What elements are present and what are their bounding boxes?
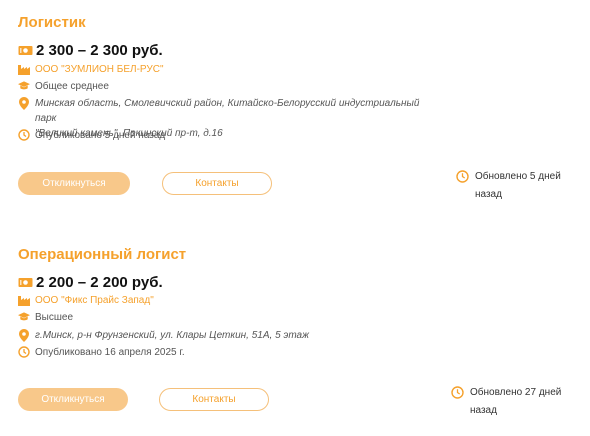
education-level: Общее среднее bbox=[35, 81, 109, 92]
education-icon bbox=[18, 80, 30, 92]
address-row: г.Минск, р-н Фрунзенский, ул. Клары Цетк… bbox=[18, 328, 435, 343]
updated-info: Обновлено 5 дней назад bbox=[456, 168, 570, 204]
company-name[interactable]: ООО "ЗУМЛИОН БЕЛ-РУС" bbox=[35, 62, 164, 77]
address: г.Минск, р-н Фрунзенский, ул. Клары Цетк… bbox=[35, 328, 435, 343]
location-icon bbox=[18, 96, 30, 110]
updated-text: Обновлено 5 дней назад bbox=[475, 171, 561, 200]
money-icon bbox=[18, 45, 33, 56]
address-line-1: г.Минск, р-н Фрунзенский, ул. Клары Цетк… bbox=[35, 330, 309, 341]
salary-row: 2 300 – 2 300 руб. bbox=[18, 42, 163, 59]
updated-info: Обновлено 27 дней назад bbox=[451, 384, 565, 420]
company-icon bbox=[18, 294, 30, 306]
salary: 2 200 – 2 200 руб. bbox=[36, 274, 163, 291]
education-icon bbox=[18, 311, 30, 323]
address-line-1: Минская область, Смолевичский район, Кит… bbox=[35, 98, 420, 124]
published-row: Опубликовано 16 апреля 2025 г. bbox=[18, 345, 185, 360]
vacancy-title[interactable]: Операционный логист bbox=[18, 246, 186, 263]
published-date: Опубликовано 16 апреля 2025 г. bbox=[35, 347, 185, 358]
vacancy-title[interactable]: Логистик bbox=[18, 14, 86, 31]
education-level: Высшее bbox=[35, 312, 74, 323]
updated-text: Обновлено 27 дней назад bbox=[470, 387, 562, 416]
company-row: ООО "Фикс Прайс Запад" bbox=[18, 293, 154, 308]
education-row: Общее среднее bbox=[18, 79, 109, 94]
contacts-button[interactable]: Контакты bbox=[162, 172, 272, 195]
company-name[interactable]: ООО "Фикс Прайс Запад" bbox=[35, 293, 154, 308]
clock-icon bbox=[18, 129, 30, 141]
apply-button[interactable]: Откликнуться bbox=[18, 172, 130, 195]
clock-icon bbox=[456, 170, 469, 183]
clock-icon bbox=[18, 346, 30, 358]
location-icon bbox=[18, 328, 30, 342]
contacts-button[interactable]: Контакты bbox=[159, 388, 269, 411]
clock-icon bbox=[451, 386, 464, 399]
salary: 2 300 – 2 300 руб. bbox=[36, 42, 163, 59]
salary-row: 2 200 – 2 200 руб. bbox=[18, 274, 163, 291]
education-row: Высшее bbox=[18, 310, 73, 325]
money-icon bbox=[18, 277, 33, 288]
published-row: Опубликовано 5 дней назад bbox=[18, 128, 165, 143]
apply-button[interactable]: Откликнуться bbox=[18, 388, 128, 411]
company-icon bbox=[18, 63, 30, 75]
company-row: ООО "ЗУМЛИОН БЕЛ-РУС" bbox=[18, 62, 164, 77]
published-date: Опубликовано 5 дней назад bbox=[35, 130, 166, 141]
